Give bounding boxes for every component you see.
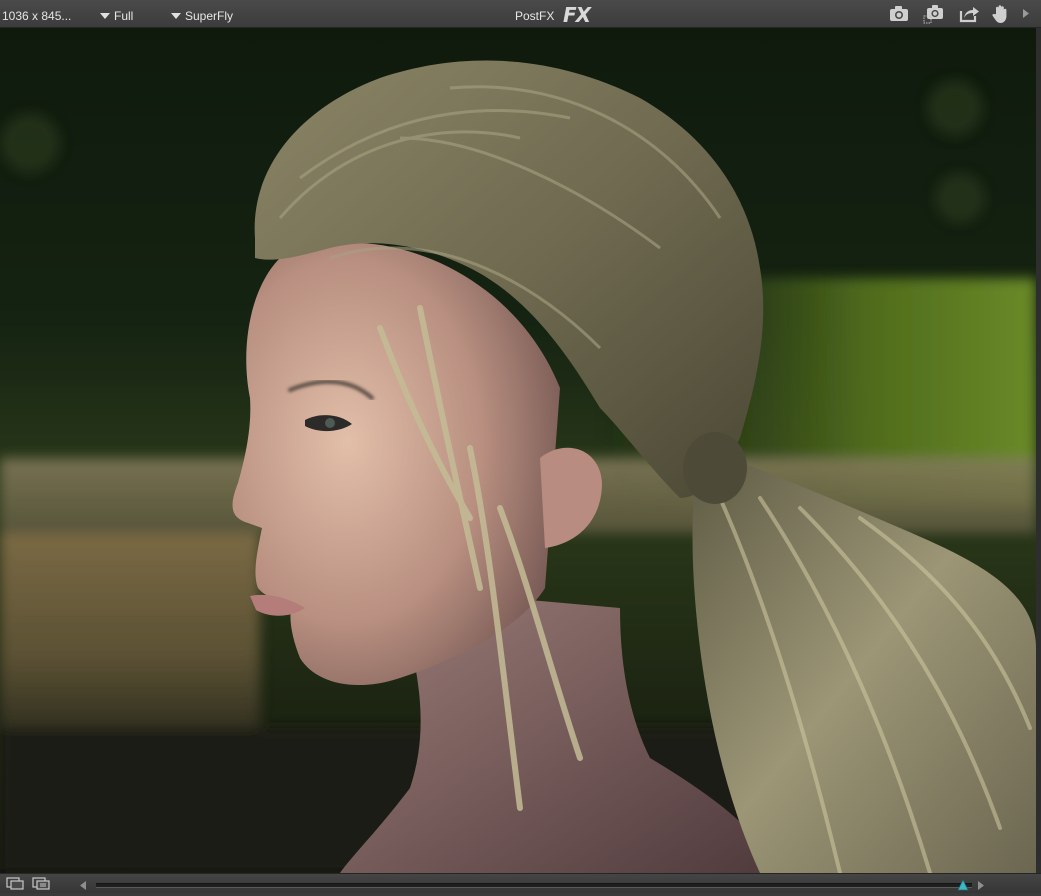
render-toolbar: 1036 x 845... Full SuperFly PostFX FX (0, 0, 1041, 28)
viewport-edge (1036, 28, 1041, 873)
hand-icon[interactable] (990, 3, 1012, 24)
render-bottom-bar (0, 873, 1041, 893)
render-mode-label: Full (114, 9, 134, 23)
timeline-slider[interactable] (96, 883, 972, 888)
scroll-left-icon[interactable] (78, 878, 88, 890)
postfx-button[interactable]: FX (563, 3, 591, 27)
chevron-down-icon (171, 13, 181, 19)
render-queue-icon[interactable] (32, 877, 50, 890)
render-window-icon[interactable] (6, 877, 24, 890)
scroll-right-icon[interactable] (976, 878, 986, 890)
resolution-label[interactable]: 1036 x 845... (2, 0, 71, 27)
chevron-down-icon (100, 13, 110, 19)
render-viewport[interactable] (0, 28, 1036, 873)
render-engine-label: SuperFly (185, 9, 234, 23)
render-mode-dropdown[interactable]: Full (100, 0, 133, 27)
camera-icon[interactable] (888, 3, 910, 24)
postfx-label: PostFX (515, 9, 555, 23)
render-preview-image (0, 28, 1036, 873)
slider-thumb[interactable] (957, 878, 969, 891)
more-arrow-icon[interactable] (1020, 3, 1032, 24)
render-engine-dropdown[interactable]: SuperFly (171, 0, 233, 27)
snapshot-icon[interactable] (923, 3, 945, 24)
export-icon[interactable] (958, 3, 980, 24)
